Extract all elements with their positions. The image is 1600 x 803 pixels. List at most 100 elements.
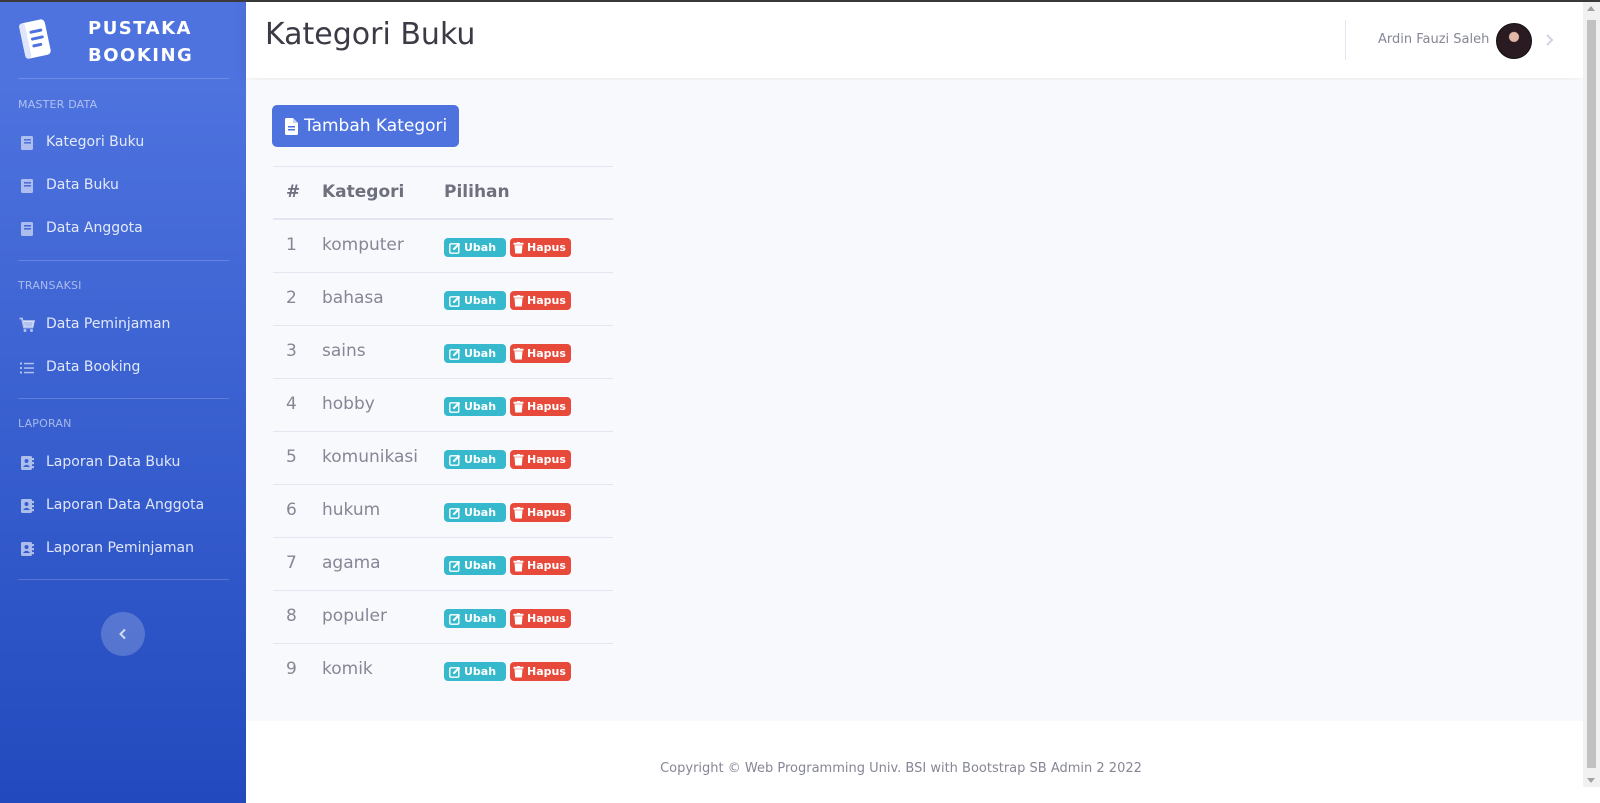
table-header-row: # Kategori Pilihan bbox=[273, 166, 613, 219]
delete-label: Hapus bbox=[527, 347, 566, 360]
sidebar-item-data-peminjaman[interactable]: Data Peminjaman bbox=[0, 305, 246, 345]
edit-label: Ubah bbox=[464, 453, 497, 466]
user-name[interactable]: Ardin Fauzi Saleh bbox=[1378, 32, 1489, 47]
trash-icon bbox=[513, 400, 524, 412]
delete-button[interactable]: Hapus bbox=[510, 556, 571, 575]
edit-label: Ubah bbox=[464, 241, 497, 254]
edit-button[interactable]: Ubah bbox=[444, 662, 506, 681]
sidebar-toggle-button[interactable] bbox=[101, 612, 145, 656]
row-number: 1 bbox=[286, 235, 297, 255]
scroll-up-arrow-icon[interactable] bbox=[1587, 6, 1595, 11]
sidebar-item-label: Data Buku bbox=[46, 177, 119, 193]
delete-button[interactable]: Hapus bbox=[510, 291, 571, 310]
delete-button[interactable]: Hapus bbox=[510, 238, 571, 257]
delete-label: Hapus bbox=[527, 612, 566, 625]
delete-button[interactable]: Hapus bbox=[510, 450, 571, 469]
delete-button[interactable]: Hapus bbox=[510, 662, 571, 681]
edit-icon bbox=[449, 560, 461, 572]
user-avatar[interactable] bbox=[1496, 23, 1532, 59]
trash-icon bbox=[513, 612, 524, 624]
sidebar-item-label: Laporan Data Buku bbox=[46, 454, 181, 470]
shopping-cart-icon bbox=[19, 317, 35, 332]
topbar: Kategori Buku Ardin Fauzi Saleh bbox=[246, 2, 1583, 78]
trash-icon bbox=[513, 665, 524, 677]
delete-button[interactable]: Hapus bbox=[510, 344, 571, 363]
row-kategori: bahasa bbox=[322, 288, 384, 308]
chevron-left-icon bbox=[119, 628, 126, 640]
sidebar-item-laporan-data-buku[interactable]: Laporan Data Buku bbox=[0, 443, 246, 483]
sidebar-item-kategori-buku[interactable]: Kategori Buku bbox=[0, 123, 246, 163]
edit-icon bbox=[449, 454, 461, 466]
row-kategori: agama bbox=[322, 553, 381, 573]
edit-icon bbox=[449, 295, 461, 307]
sidebar-item-laporan-data-anggota[interactable]: Laporan Data Anggota bbox=[0, 486, 246, 526]
edit-button[interactable]: Ubah bbox=[444, 291, 506, 310]
brand-name: PUSTAKA BOOKING bbox=[88, 15, 194, 69]
sidebar: PUSTAKA BOOKING MASTER DATA Kategori Buk… bbox=[0, 2, 246, 803]
table-row: 3 sains Ubah Hapus bbox=[273, 325, 613, 378]
edit-icon bbox=[449, 242, 461, 254]
table-row: 2 bahasa Ubah Hapus bbox=[273, 272, 613, 325]
trash-icon bbox=[513, 453, 524, 465]
copyright-text: Copyright © Web Programming Univ. BSI wi… bbox=[660, 761, 1142, 776]
row-number: 3 bbox=[286, 341, 297, 361]
book-icon bbox=[21, 136, 33, 150]
brand-line-2: BOOKING bbox=[88, 45, 194, 66]
sidebar-divider bbox=[18, 78, 229, 79]
edit-label: Ubah bbox=[464, 665, 497, 678]
edit-button[interactable]: Ubah bbox=[444, 556, 506, 575]
edit-button[interactable]: Ubah bbox=[444, 397, 506, 416]
sidebar-item-label: Kategori Buku bbox=[46, 134, 145, 150]
table-row: 8 populer Ubah Hapus bbox=[273, 590, 613, 643]
scrollbar[interactable] bbox=[1583, 2, 1600, 787]
address-book-icon bbox=[21, 456, 34, 470]
edit-button[interactable]: Ubah bbox=[444, 609, 506, 628]
trash-icon bbox=[513, 294, 524, 306]
table-row: 1 komputer Ubah Hapus bbox=[273, 219, 613, 272]
page-title: Kategori Buku bbox=[265, 17, 476, 52]
edit-button[interactable]: Ubah bbox=[444, 344, 506, 363]
sidebar-divider bbox=[18, 398, 229, 399]
row-number: 7 bbox=[286, 553, 297, 573]
header-number: # bbox=[286, 182, 301, 202]
list-icon bbox=[20, 362, 34, 374]
book-icon bbox=[21, 222, 33, 236]
sidebar-item-laporan-peminjaman[interactable]: Laporan Peminjaman bbox=[0, 529, 246, 569]
edit-button[interactable]: Ubah bbox=[444, 238, 506, 257]
delete-button[interactable]: Hapus bbox=[510, 503, 571, 522]
table-row: 9 komik Ubah Hapus bbox=[273, 643, 613, 696]
table-row: 5 komunikasi Ubah Hapus bbox=[273, 431, 613, 484]
sidebar-item-data-anggota[interactable]: Data Anggota bbox=[0, 209, 246, 249]
sidebar-heading-laporan: LAPORAN bbox=[18, 417, 72, 430]
row-kategori: hukum bbox=[322, 500, 381, 520]
edit-label: Ubah bbox=[464, 559, 497, 572]
edit-label: Ubah bbox=[464, 400, 497, 413]
trash-icon bbox=[513, 506, 524, 518]
delete-button[interactable]: Hapus bbox=[510, 397, 571, 416]
header-kategori: Kategori bbox=[322, 182, 405, 202]
file-icon bbox=[285, 117, 298, 135]
sidebar-brand[interactable]: PUSTAKA BOOKING bbox=[0, 2, 246, 80]
row-kategori: komik bbox=[322, 659, 373, 679]
address-book-icon bbox=[21, 499, 34, 513]
sidebar-item-data-buku[interactable]: Data Buku bbox=[0, 166, 246, 206]
sidebar-divider bbox=[18, 579, 229, 580]
scrollbar-thumb[interactable] bbox=[1587, 20, 1596, 768]
edit-button[interactable]: Ubah bbox=[444, 503, 506, 522]
sidebar-item-label: Laporan Peminjaman bbox=[46, 540, 195, 556]
row-kategori: komunikasi bbox=[322, 447, 419, 467]
row-number: 9 bbox=[286, 659, 297, 679]
delete-label: Hapus bbox=[527, 241, 566, 254]
scroll-down-arrow-icon[interactable] bbox=[1587, 778, 1595, 783]
add-category-label: Tambah Kategori bbox=[304, 116, 448, 136]
add-category-button[interactable]: Tambah Kategori bbox=[272, 105, 459, 147]
sidebar-item-data-booking[interactable]: Data Booking bbox=[0, 348, 246, 388]
edit-icon bbox=[449, 507, 461, 519]
delete-button[interactable]: Hapus bbox=[510, 609, 571, 628]
chevron-right-icon[interactable] bbox=[1544, 31, 1556, 49]
row-number: 6 bbox=[286, 500, 297, 520]
edit-label: Ubah bbox=[464, 612, 497, 625]
row-number: 2 bbox=[286, 288, 297, 308]
row-kategori: sains bbox=[322, 341, 366, 361]
edit-button[interactable]: Ubah bbox=[444, 450, 506, 469]
